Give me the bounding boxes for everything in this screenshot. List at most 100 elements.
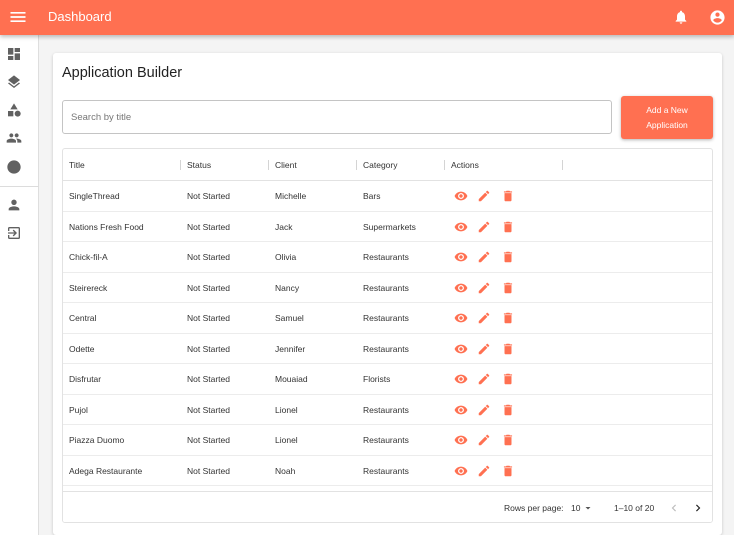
add-application-button[interactable]: Add a New Application: [621, 96, 713, 139]
help-icon[interactable]: [6, 159, 22, 175]
category-cell: Restaurants: [363, 465, 409, 476]
sidebar: [0, 35, 39, 535]
category-cell: Restaurants: [363, 282, 409, 293]
view-icon[interactable]: [454, 281, 468, 295]
view-icon[interactable]: [454, 189, 468, 203]
status-cell: Not Started: [187, 191, 230, 201]
view-icon[interactable]: [454, 372, 468, 386]
column-header-category[interactable]: Category: [363, 149, 398, 181]
layers-icon[interactable]: [6, 74, 22, 90]
delete-icon[interactable]: [501, 464, 515, 478]
pagination-range: 1–10 of 20: [614, 503, 655, 513]
client-cell: Jennifer: [275, 343, 306, 354]
app-title: Dashboard: [48, 9, 112, 24]
logout-icon[interactable]: [6, 225, 22, 241]
category-cell: Supermarkets: [363, 221, 416, 232]
delete-icon[interactable]: [501, 281, 515, 295]
title-cell: Steirereck: [69, 282, 108, 293]
view-icon[interactable]: [454, 311, 468, 325]
view-icon[interactable]: [454, 464, 468, 478]
client-cell: Jack: [275, 221, 293, 232]
dashboard-icon[interactable]: [6, 46, 22, 62]
column-header-title[interactable]: Title: [69, 149, 85, 181]
column-separator[interactable]: [356, 160, 357, 170]
add-button-line1: Add a New: [646, 104, 688, 115]
edit-icon[interactable]: [477, 220, 491, 234]
table-row[interactable]: Odette Not Started Jennifer Restaurants: [63, 334, 712, 364]
title-cell: Central: [69, 313, 97, 323]
client-cell: Mouaiad: [275, 374, 308, 384]
table-row[interactable]: Chick-fil-A Not Started Olivia Restaurants: [63, 242, 712, 273]
edit-icon[interactable]: [477, 250, 491, 264]
table-row[interactable]: Central Not Started Samuel Restaurants: [63, 303, 712, 334]
table-row[interactable]: Pujol Not Started Lionel Restaurants: [63, 395, 712, 425]
edit-icon[interactable]: [477, 281, 491, 295]
status-cell: Not Started: [187, 435, 230, 445]
edit-icon[interactable]: [477, 403, 491, 417]
table-row[interactable]: Disfrutar Not Started Mouaiad Florists: [63, 364, 712, 395]
chevron-left-icon[interactable]: [667, 501, 681, 515]
add-button-line2: Application: [646, 119, 688, 130]
category-shapes-icon[interactable]: [6, 102, 22, 118]
edit-icon[interactable]: [477, 464, 491, 478]
client-cell: Noah: [275, 465, 296, 476]
chevron-right-icon[interactable]: [691, 501, 705, 515]
search-input[interactable]: [62, 100, 612, 134]
column-separator[interactable]: [444, 160, 445, 170]
table-row[interactable]: Adega Restaurante Not Started Noah Restaura…: [63, 456, 712, 486]
column-header-actions: Actions: [451, 160, 479, 170]
app-bar: Dashboard: [0, 0, 734, 35]
view-icon[interactable]: [454, 433, 468, 447]
status-cell: Not Started: [187, 465, 230, 476]
edit-icon[interactable]: [477, 342, 491, 356]
column-separator[interactable]: [562, 160, 563, 170]
menu-icon[interactable]: [8, 7, 28, 27]
client-cell: Samuel: [275, 313, 304, 323]
edit-icon[interactable]: [477, 433, 491, 447]
account-circle-icon[interactable]: [709, 9, 726, 26]
dropdown-arrow-icon[interactable]: [582, 502, 594, 514]
client-cell: Michelle: [275, 191, 307, 201]
delete-icon[interactable]: [501, 189, 515, 203]
title-cell: SingleThread: [69, 191, 120, 201]
edit-icon[interactable]: [477, 372, 491, 386]
table-body: SingleThread Not Started Michelle Bars Natio…: [63, 181, 712, 486]
title-cell: Pujol: [69, 404, 88, 415]
table-row[interactable]: SingleThread Not Started Michelle Bars: [63, 181, 712, 212]
view-icon[interactable]: [454, 403, 468, 417]
table-pagination: Rows per page: 10 1–10 of 20: [63, 491, 712, 522]
applications-table: Title Status Client Category Actions Sin…: [62, 148, 713, 523]
table-row[interactable]: Nations Fresh Food Not Started Jack Superma…: [63, 212, 712, 242]
category-cell: Restaurants: [363, 313, 409, 323]
edit-icon[interactable]: [477, 311, 491, 325]
delete-icon[interactable]: [501, 220, 515, 234]
view-icon[interactable]: [454, 250, 468, 264]
notifications-icon[interactable]: [673, 9, 689, 25]
table-row[interactable]: Steirereck Not Started Nancy Restaurants: [63, 273, 712, 303]
people-icon[interactable]: [6, 130, 22, 146]
table-row[interactable]: Piazza Duomo Not Started Lionel Restaurants: [63, 425, 712, 456]
category-cell: Restaurants: [363, 404, 409, 415]
client-cell: Lionel: [275, 435, 298, 445]
view-icon[interactable]: [454, 342, 468, 356]
delete-icon[interactable]: [501, 342, 515, 356]
category-cell: Restaurants: [363, 343, 409, 354]
category-cell: Restaurants: [363, 435, 409, 445]
application-builder-card: Application Builder Add a New Applicatio…: [53, 53, 722, 535]
delete-icon[interactable]: [501, 372, 515, 386]
status-cell: Not Started: [187, 374, 230, 384]
rows-per-page-select[interactable]: 10: [571, 503, 580, 513]
column-header-client[interactable]: Client: [275, 149, 297, 181]
delete-icon[interactable]: [501, 433, 515, 447]
title-cell: Disfrutar: [69, 374, 102, 384]
column-header-status[interactable]: Status: [187, 149, 211, 181]
delete-icon[interactable]: [501, 403, 515, 417]
category-cell: Florists: [363, 374, 391, 384]
delete-icon[interactable]: [501, 311, 515, 325]
column-separator[interactable]: [180, 160, 181, 170]
view-icon[interactable]: [454, 220, 468, 234]
person-icon[interactable]: [6, 197, 22, 213]
column-separator[interactable]: [268, 160, 269, 170]
delete-icon[interactable]: [501, 250, 515, 264]
edit-icon[interactable]: [477, 189, 491, 203]
